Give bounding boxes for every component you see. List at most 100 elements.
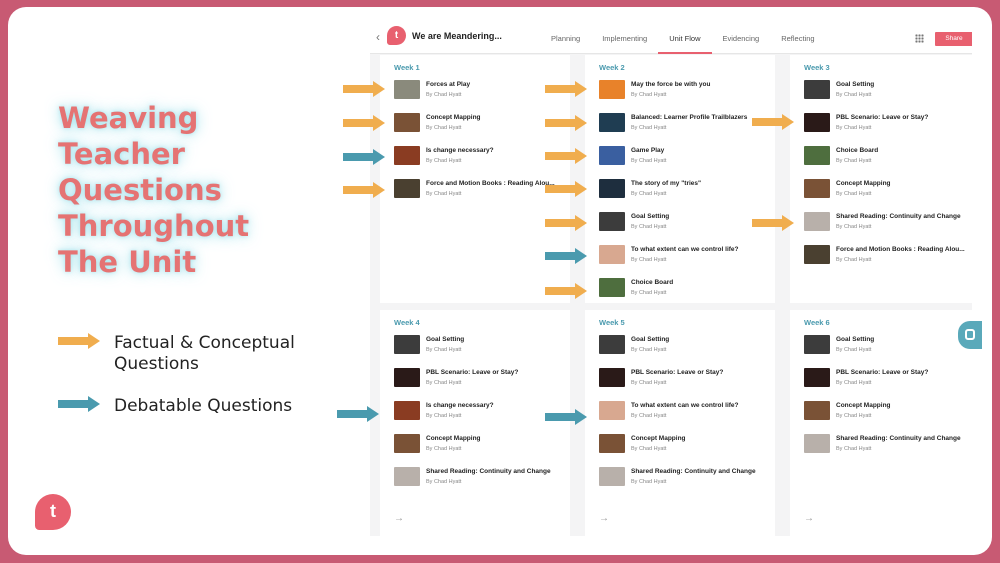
item-author: By Chad Hyatt [836,191,872,197]
title-line: The Unit [58,245,197,279]
factual-arrow-icon [545,283,587,299]
item-title: Goal Setting [631,213,670,220]
tab-planning[interactable]: Planning [540,20,591,54]
item-title: Is change necessary? [426,402,494,409]
item-author: By Chad Hyatt [426,347,462,353]
learning-experience-item[interactable]: May the force be with you By Chad Hyatt [599,80,774,102]
item-title: Shared Reading: Continuity and Change [836,213,961,220]
item-author: By Chad Hyatt [836,446,872,452]
factual-arrow-icon [545,215,587,231]
learning-experience-item[interactable]: PBL Scenario: Leave or Stay? By Chad Hyat… [394,368,569,390]
item-thumbnail [599,335,625,354]
title-line: Weaving [58,101,199,135]
slide-title: Weaving Teacher Questions Throughout The… [58,100,318,280]
item-author: By Chad Hyatt [836,347,872,353]
factual-arrow-icon [343,182,385,198]
learning-experience-item[interactable]: PBL Scenario: Leave or Stay? By Chad Hyat… [599,368,774,390]
learning-experience-item[interactable]: Shared Reading: Continuity and Change By … [599,467,774,489]
debatable-arrow-icon [545,409,587,425]
item-author: By Chad Hyatt [631,191,667,197]
teal-arrow-icon [58,396,100,417]
week-card: Week 4 Goal Setting By Chad Hyatt PBL Scena… [380,310,570,536]
item-title: PBL Scenario: Leave or Stay? [836,369,929,376]
next-arrow-icon[interactable]: → [394,513,404,524]
learning-experience-item[interactable]: Concept Mapping By Chad Hyatt [804,179,972,201]
title-line: Teacher [58,137,185,171]
week-card: Week 1 Forces at Play By Chad Hyatt Concept… [380,55,570,303]
item-author: By Chad Hyatt [631,92,667,98]
learning-experience-item[interactable]: PBL Scenario: Leave or Stay? By Chad Hyat… [804,113,972,135]
item-author: By Chad Hyatt [426,191,462,197]
week-card: Week 5 Goal Setting By Chad Hyatt PBL Scena… [585,310,775,536]
learning-experience-item[interactable]: Force and Motion Books : Reading Alou...… [804,245,972,267]
learning-experience-item[interactable]: The story of my "tries" By Chad Hyatt [599,179,774,201]
tab-reflecting[interactable]: Reflecting [770,20,825,54]
item-thumbnail [599,245,625,264]
item-title: Game Play [631,147,665,154]
item-title: Is change necessary? [426,147,494,154]
item-thumbnail [394,80,420,99]
item-title: Shared Reading: Continuity and Change [836,435,961,442]
week-label: Week 3 [804,63,830,72]
learning-experience-item[interactable]: Goal Setting By Chad Hyatt [599,212,774,234]
item-thumbnail [599,278,625,297]
item-thumbnail [804,80,830,99]
learning-experience-item[interactable]: Game Play By Chad Hyatt [599,146,774,168]
next-arrow-icon[interactable]: → [804,513,814,524]
learning-experience-item[interactable]: Goal Setting By Chad Hyatt [804,80,972,102]
learning-experience-item[interactable]: Goal Setting By Chad Hyatt [599,335,774,357]
item-thumbnail [804,113,830,132]
item-title: Concept Mapping [836,180,891,187]
learning-experience-item[interactable]: Choice Board By Chad Hyatt [804,146,972,168]
share-button[interactable]: Share [935,32,972,46]
week-card: Week 3 Goal Setting By Chad Hyatt PBL Scena… [790,55,972,303]
learning-experience-item[interactable]: Goal Setting By Chad Hyatt [394,335,569,357]
learning-experience-item[interactable]: Concept Mapping By Chad Hyatt [394,434,569,456]
grid-menu-icon[interactable] [915,34,924,43]
tab-implementing[interactable]: Implementing [591,20,658,54]
back-icon[interactable]: ‹ [376,30,380,44]
next-arrow-icon[interactable]: → [599,513,609,524]
learning-experience-item[interactable]: Forces at Play By Chad Hyatt [394,80,569,102]
item-thumbnail [804,434,830,453]
learning-experience-item[interactable]: Shared Reading: Continuity and Change By … [394,467,569,489]
factual-arrow-icon [752,114,794,130]
learning-experience-item[interactable]: Shared Reading: Continuity and Change By … [804,212,972,234]
top-bar: ‹ t We are Meandering... Planning Implem… [370,20,972,54]
learning-experience-item[interactable]: Balanced: Learner Profile Trailblazers By… [599,113,774,135]
item-author: By Chad Hyatt [836,224,872,230]
learning-experience-item[interactable]: Concept Mapping By Chad Hyatt [394,113,569,135]
learning-experience-item[interactable]: To what extent can we control life? By Ch… [599,401,774,423]
debatable-arrow-icon [343,149,385,165]
learning-experience-item[interactable]: Concept Mapping By Chad Hyatt [804,401,972,423]
item-thumbnail [394,146,420,165]
item-title: Goal Setting [426,336,465,343]
tab-evidencing[interactable]: Evidencing [712,20,771,54]
item-title: PBL Scenario: Leave or Stay? [631,369,724,376]
learning-experience-item[interactable]: Is change necessary? By Chad Hyatt [394,146,569,168]
item-thumbnail [599,467,625,486]
learning-experience-item[interactable]: Goal Setting By Chad Hyatt [804,335,972,357]
learning-experience-item[interactable]: Force and Motion Books : Reading Alou...… [394,179,569,201]
item-title: Force and Motion Books : Reading Alou... [836,246,965,253]
item-author: By Chad Hyatt [426,479,462,485]
item-thumbnail [599,146,625,165]
item-title: Choice Board [836,147,879,154]
learning-experience-item[interactable]: Concept Mapping By Chad Hyatt [599,434,774,456]
learning-experience-item[interactable]: Choice Board By Chad Hyatt [599,278,774,300]
item-title: PBL Scenario: Leave or Stay? [836,114,929,121]
learning-experience-item[interactable]: To what extent can we control life? By Ch… [599,245,774,267]
item-title: Goal Setting [631,336,670,343]
learning-experience-item[interactable]: Shared Reading: Continuity and Change By … [804,434,972,456]
tab-bar: Planning Implementing Unit Flow Evidenci… [540,20,826,54]
chat-icon[interactable] [958,321,982,349]
learning-experience-item[interactable]: PBL Scenario: Leave or Stay? By Chad Hyat… [804,368,972,390]
week-label: Week 2 [599,63,625,72]
item-title: Concept Mapping [836,402,891,409]
unit-title: We are Meandering... [412,31,502,41]
learning-experience-item[interactable]: Is change necessary? By Chad Hyatt [394,401,569,423]
item-thumbnail [394,179,420,198]
legend-debatable: Debatable Questions [58,396,304,417]
tab-unit-flow[interactable]: Unit Flow [658,20,712,54]
item-title: To what extent can we control life? [631,246,739,253]
